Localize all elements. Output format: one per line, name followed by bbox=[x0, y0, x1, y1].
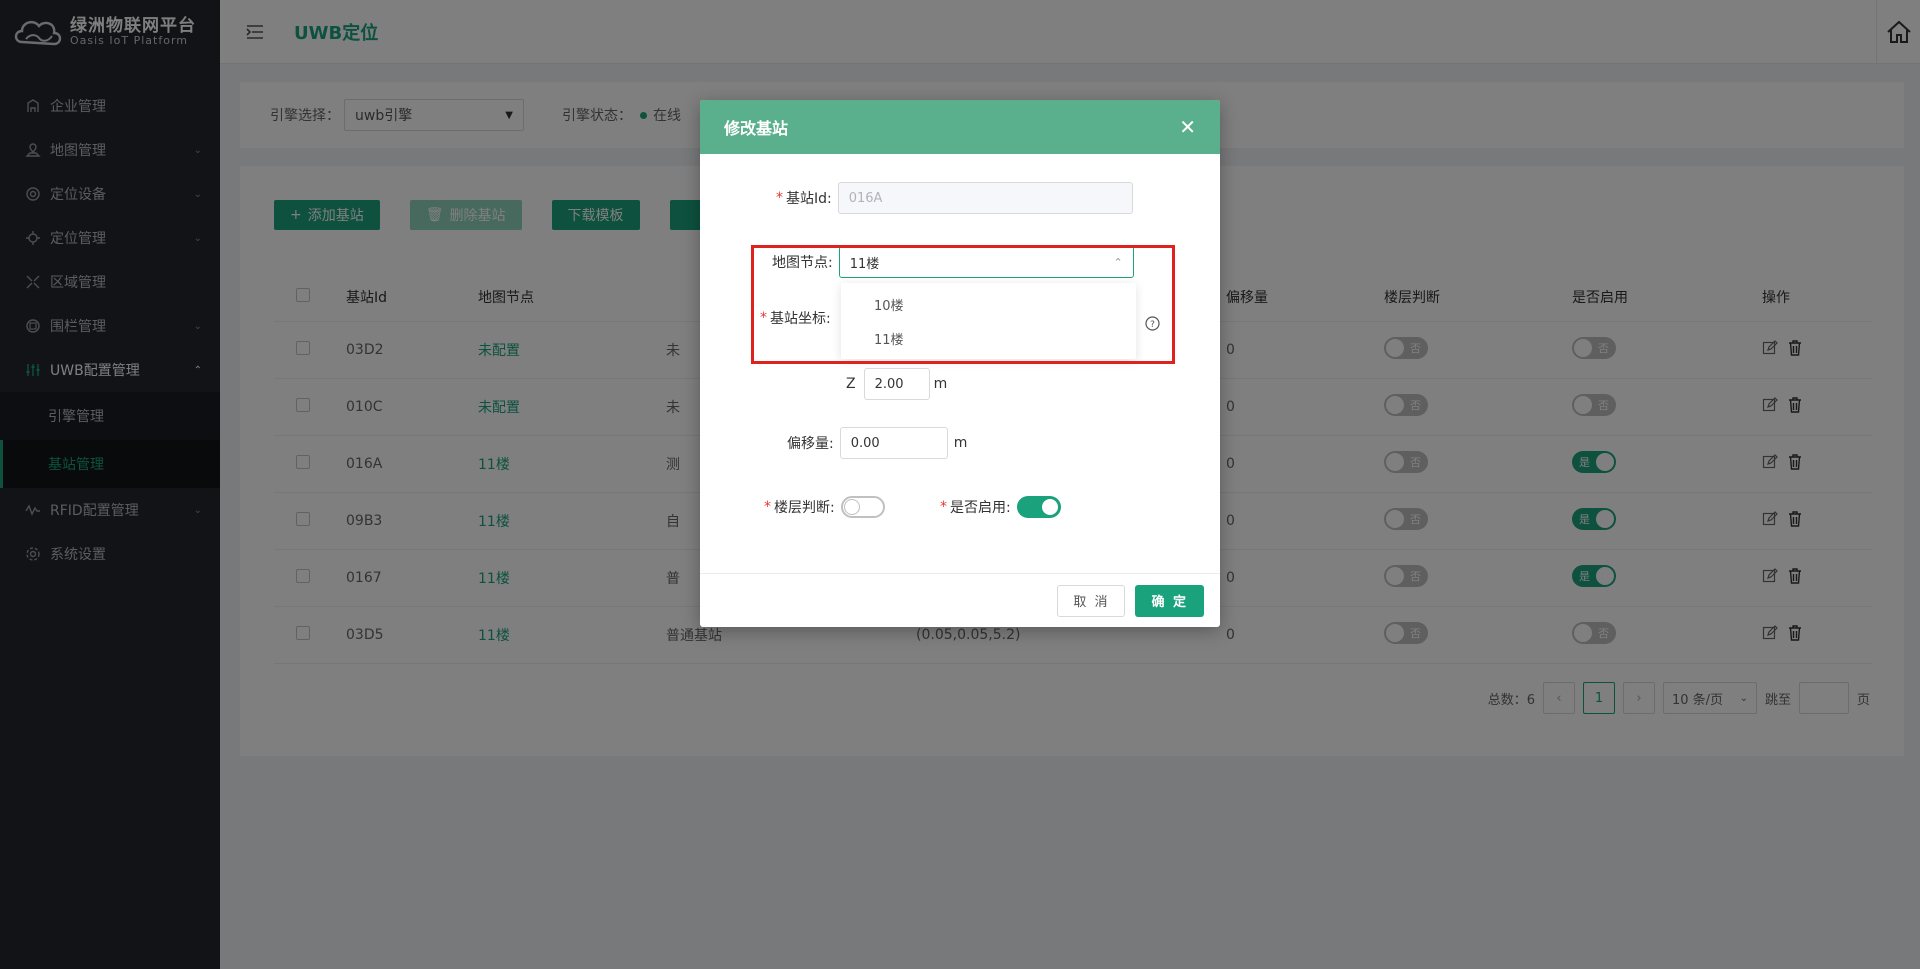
required-mark: * bbox=[940, 499, 947, 515]
floor-judge-label: 楼层判断: bbox=[774, 500, 835, 516]
floor-judge-row: * 楼层判断: bbox=[764, 496, 885, 518]
offset-unit: m bbox=[953, 435, 968, 451]
z-unit: m bbox=[933, 376, 948, 392]
offset-input[interactable]: 0.00 bbox=[839, 427, 948, 459]
z-label: Z bbox=[846, 376, 856, 392]
cancel-button[interactable]: 取 消 bbox=[1057, 584, 1126, 617]
modal-footer: 取 消 确 定 bbox=[700, 573, 1220, 627]
z-input[interactable]: 2.00 bbox=[863, 368, 930, 400]
edit-station-modal: 修改基站 ✕ * 基站Id: 016A 地图节点: 11楼 ⌃ * 基站坐标: … bbox=[700, 100, 1220, 627]
z-row: Z 2.00 m bbox=[846, 368, 947, 400]
enabled-label: 是否启用: bbox=[950, 500, 1011, 516]
confirm-button[interactable]: 确 定 bbox=[1135, 584, 1204, 617]
required-mark: * bbox=[764, 499, 771, 515]
modal-header: 修改基站 ✕ bbox=[700, 100, 1220, 154]
required-mark: * bbox=[776, 190, 783, 206]
station-id-field[interactable]: 016A bbox=[837, 182, 1133, 214]
station-id-row: * 基站Id: 016A bbox=[776, 182, 1133, 214]
highlight-box bbox=[751, 245, 1175, 364]
station-id-label: 基站Id: bbox=[786, 191, 832, 207]
close-icon[interactable]: ✕ bbox=[1179, 115, 1196, 139]
modal-title: 修改基站 bbox=[724, 119, 789, 138]
floor-judge-switch[interactable] bbox=[840, 496, 885, 518]
enabled-switch[interactable] bbox=[1016, 496, 1061, 518]
offset-row: 偏移量: 0.00 m bbox=[787, 427, 967, 459]
enabled-row: * 是否启用: bbox=[940, 496, 1061, 518]
offset-label: 偏移量: bbox=[787, 436, 834, 452]
